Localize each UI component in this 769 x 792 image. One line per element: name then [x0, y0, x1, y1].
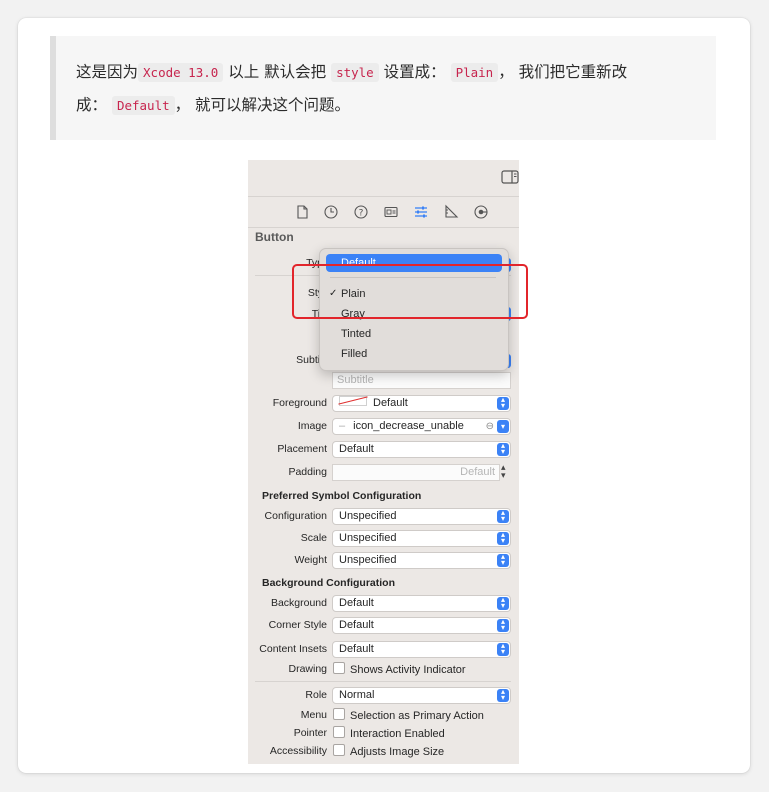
- checkbox-label: Selection as Primary Action: [350, 710, 484, 722]
- padding-label: Padding: [288, 466, 327, 478]
- clear-icon[interactable]: ⊖: [486, 419, 494, 434]
- placement-value: Default: [339, 443, 374, 455]
- selection-primary-action-checkbox[interactable]: Selection as Primary Action: [333, 708, 484, 722]
- inline-code: style: [331, 63, 379, 82]
- xcode-inspector-screenshot: ? Button Typ Sty Tit Subtit Subtitle For…: [248, 160, 519, 764]
- foreground-popup[interactable]: Default ▴ ▾: [332, 395, 511, 412]
- placement-label: Placement: [277, 443, 327, 455]
- image-value: icon_decrease_unable: [353, 420, 464, 432]
- inline-code: Default: [111, 96, 175, 115]
- configuration-popup[interactable]: Unspecified ▴ ▾: [332, 508, 511, 525]
- role-label: Role: [305, 689, 327, 701]
- accessibility-label: Accessibility: [269, 745, 327, 757]
- background-value: Default: [339, 597, 374, 609]
- scale-value: Unspecified: [339, 532, 397, 544]
- image-combo[interactable]: – icon_decrease_unable ⊖ ▾: [332, 418, 511, 435]
- file-icon[interactable]: [294, 204, 310, 220]
- connections-icon[interactable]: [473, 204, 489, 220]
- inline-code: Plain: [450, 63, 499, 82]
- image-thumb-icon: –: [339, 420, 346, 432]
- background-label: Background: [270, 597, 327, 609]
- configuration-label: Configuration: [264, 510, 327, 522]
- section-title-button: Button: [255, 230, 294, 244]
- placement-popup[interactable]: Default ▴ ▾: [332, 441, 511, 458]
- checkbox-box[interactable]: [333, 662, 345, 674]
- red-highlight-box: [292, 264, 528, 319]
- subtitle-field[interactable]: Subtitle: [332, 372, 511, 389]
- role-value: Normal: [339, 689, 375, 701]
- text: 这是因为: [76, 63, 139, 81]
- chevron-updown-icon: ▴ ▾: [497, 442, 509, 456]
- corner-style-value: Default: [339, 619, 374, 631]
- inline-code: Xcode 13.0: [138, 63, 224, 82]
- text: ， 我们把它重新改: [498, 63, 628, 81]
- color-swatch: [339, 396, 367, 406]
- text: 以上 默认会把: [223, 63, 332, 81]
- weight-value: Unspecified: [339, 554, 397, 566]
- attributes-sliders-icon[interactable]: [413, 204, 429, 220]
- content-insets-label: Content Insets: [259, 643, 327, 655]
- subhead-symbol-config: Preferred Symbol Configuration: [262, 490, 422, 502]
- menu-item-filled[interactable]: Filled: [326, 345, 502, 363]
- menu-label: Menu: [300, 709, 327, 721]
- chevron-updown-icon: ▴ ▾: [497, 509, 509, 523]
- chevron-updown-icon: ▴ ▾: [497, 531, 509, 545]
- text: 设置成：: [378, 63, 451, 81]
- image-label: Image: [297, 420, 327, 432]
- history-clock-icon[interactable]: [323, 204, 339, 220]
- scale-popup[interactable]: Unspecified ▴ ▾: [332, 530, 511, 547]
- text: 成：: [76, 96, 112, 114]
- sidebar-toggle-icon[interactable]: [501, 170, 519, 184]
- size-ruler-icon[interactable]: [443, 204, 459, 220]
- corner-style-popup[interactable]: Default ▴ ▾: [332, 617, 511, 634]
- identity-card-icon[interactable]: [383, 204, 399, 220]
- checkbox-box[interactable]: [333, 708, 345, 720]
- content-insets-popup[interactable]: Default ▴ ▾: [332, 641, 511, 658]
- role-popup[interactable]: Normal ▴ ▾: [332, 687, 511, 704]
- checkbox-box[interactable]: [333, 744, 345, 756]
- background-popup[interactable]: Default ▴ ▾: [332, 595, 511, 612]
- configuration-value: Unspecified: [339, 510, 397, 522]
- chevron-updown-icon: ▴ ▾: [497, 688, 509, 702]
- quote-line-1: 这是因为 Xcode 13.0 以上 默认会把 style 设置成： Plain，…: [76, 56, 700, 89]
- adjusts-image-size-checkbox[interactable]: Adjusts Image Size: [333, 744, 444, 758]
- chevron-updown-icon: ▴ ▾: [497, 596, 509, 610]
- drawing-label: Drawing: [288, 663, 327, 675]
- shows-activity-indicator-checkbox[interactable]: Shows Activity Indicator: [333, 662, 466, 676]
- quote-line-2: 成： Default， 就可以解决这个问题。: [76, 89, 700, 122]
- weight-label: Weight: [294, 554, 328, 566]
- checkbox-label: Adjusts Image Size: [350, 746, 445, 758]
- blockquote: 这是因为 Xcode 13.0 以上 默认会把 style 设置成： Plain，…: [50, 36, 716, 140]
- checkbox-label: Shows Activity Indicator: [350, 664, 466, 676]
- chevron-updown-icon: ▴ ▾: [497, 396, 509, 410]
- chevron-updown-icon: ▴ ▾: [497, 618, 509, 632]
- article-card: 这是因为 Xcode 13.0 以上 默认会把 style 设置成： Plain，…: [18, 18, 750, 773]
- subhead-background-config: Background Configuration: [262, 577, 395, 589]
- weight-popup[interactable]: Unspecified ▴ ▾: [332, 552, 511, 569]
- help-icon[interactable]: ?: [353, 204, 369, 220]
- scale-label: Scale: [300, 532, 327, 544]
- checkbox-label: Interaction Enabled: [350, 728, 445, 740]
- interaction-enabled-checkbox[interactable]: Interaction Enabled: [333, 726, 445, 740]
- divider: [255, 681, 511, 682]
- padding-stepper[interactable]: ▴ ▾: [501, 463, 506, 480]
- foreground-label: Foreground: [272, 397, 327, 409]
- corner-style-label: Corner Style: [268, 619, 327, 631]
- inspector-toolbar: [248, 160, 519, 197]
- inspector-tabs: ?: [248, 197, 519, 228]
- padding-field[interactable]: Default: [332, 464, 500, 481]
- checkbox-box[interactable]: [333, 726, 345, 738]
- content-insets-value: Default: [339, 643, 374, 655]
- chevron-updown-icon: ▴ ▾: [497, 553, 509, 567]
- text: ， 就可以解决这个问题。: [174, 96, 351, 114]
- pointer-label: Pointer: [293, 727, 327, 739]
- chevron-down-icon: ▾: [497, 420, 509, 433]
- menu-item-tinted[interactable]: Tinted: [326, 325, 502, 343]
- svg-text:?: ?: [359, 209, 364, 219]
- chevron-updown-icon: ▴ ▾: [497, 642, 509, 656]
- foreground-value: Default: [373, 397, 408, 409]
